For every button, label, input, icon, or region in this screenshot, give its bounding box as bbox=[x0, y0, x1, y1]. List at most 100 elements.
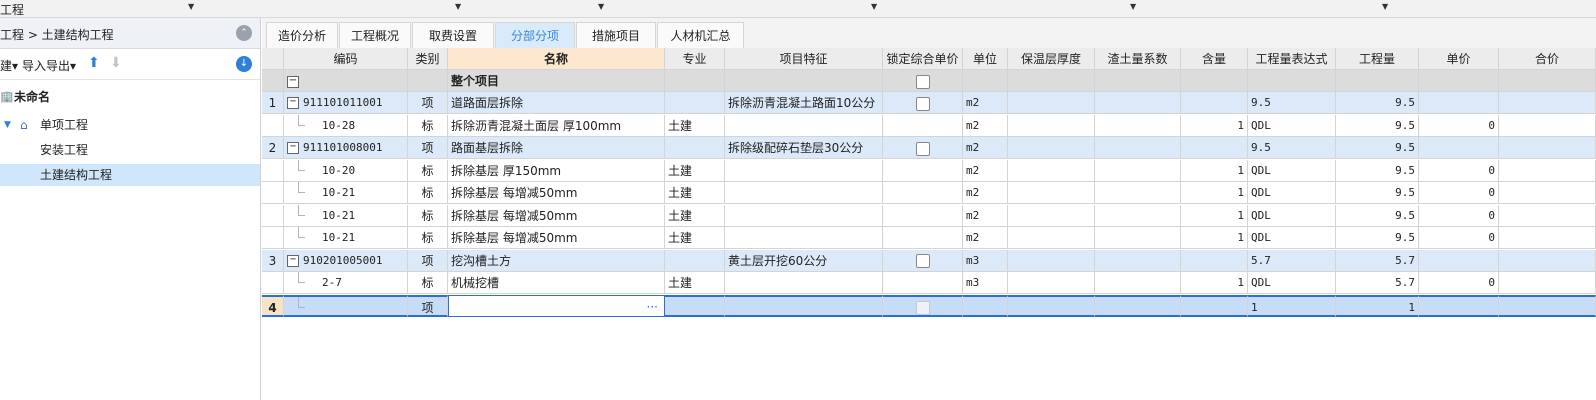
price-cell[interactable]: 0 bbox=[1419, 227, 1499, 249]
name-cell[interactable]: 拆除基层 厚150mm bbox=[448, 159, 665, 182]
unit-cell[interactable] bbox=[963, 294, 1008, 317]
unit-cell[interactable]: m2 bbox=[963, 227, 1008, 249]
price-cell[interactable]: 0 bbox=[1419, 204, 1499, 227]
expr-cell[interactable]: QDL bbox=[1248, 204, 1336, 227]
feature-cell[interactable]: 拆除级配碎石垫层30公分 bbox=[725, 137, 883, 159]
total-cell[interactable] bbox=[1499, 249, 1596, 272]
tab-measures[interactable]: 措施项目 bbox=[576, 22, 656, 49]
cat-cell[interactable]: 项 bbox=[408, 92, 448, 114]
lock-cell[interactable] bbox=[883, 92, 963, 114]
quota-row[interactable]: 2-7 标机械挖槽 土建 m3 1 QDL 5.7 0 bbox=[262, 272, 1596, 294]
name-cell[interactable]: 拆除沥青混凝土面层 厚100mm bbox=[448, 114, 665, 137]
feature-cell[interactable] bbox=[725, 182, 883, 204]
spec-cell[interactable]: 土建 bbox=[665, 272, 725, 294]
qty-cell[interactable]: 9.5 bbox=[1336, 159, 1419, 182]
new-dropdown[interactable]: 建▾ bbox=[0, 57, 18, 74]
cat-cell[interactable]: 标 bbox=[408, 227, 448, 249]
content-cell[interactable]: 1 bbox=[1181, 182, 1248, 204]
code-cell[interactable]: 10-21 bbox=[284, 204, 408, 227]
lock-cell[interactable] bbox=[883, 159, 963, 182]
dropdown-arrow-icon[interactable]: ▼ bbox=[1382, 2, 1388, 11]
dropdown-arrow-icon[interactable]: ▼ bbox=[188, 2, 194, 11]
lock-cell[interactable] bbox=[883, 182, 963, 204]
dropdown-arrow-icon[interactable]: ▼ bbox=[871, 2, 877, 11]
breadcrumb[interactable]: 工程 > 土建结构工程 bbox=[0, 26, 114, 43]
lock-checkbox[interactable] bbox=[915, 254, 930, 268]
res-cell[interactable] bbox=[1095, 182, 1181, 204]
col-header-expression[interactable]: 工程量表达式 bbox=[1248, 48, 1336, 70]
col-header-category[interactable]: 类别 bbox=[408, 48, 448, 70]
content-cell[interactable]: 1 bbox=[1181, 272, 1248, 294]
ins-cell[interactable] bbox=[1008, 204, 1095, 227]
code-cell[interactable]: −911101011001 bbox=[284, 92, 408, 114]
spec-cell[interactable] bbox=[665, 294, 725, 317]
name-cell[interactable]: 拆除基层 每增减50mm bbox=[448, 182, 665, 204]
expr-cell[interactable]: QDL bbox=[1248, 272, 1336, 294]
content-cell[interactable] bbox=[1181, 137, 1248, 159]
feature-cell[interactable] bbox=[725, 227, 883, 249]
cat-cell[interactable]: 标 bbox=[408, 204, 448, 227]
dropdown-arrow-icon[interactable]: ▼ bbox=[455, 2, 461, 11]
tree-item-single[interactable]: ▼ ⌂ 单项工程 bbox=[0, 114, 260, 136]
bill-item-row[interactable]: 1−911101011001 项道路面层拆除 拆除沥青混凝土路面10公分 m2 9.5 9… bbox=[262, 92, 1596, 114]
quota-row[interactable]: 10-21 标拆除基层 每增减50mm 土建 m2 1 QDL 9.5 0 bbox=[262, 204, 1596, 227]
col-header-specialty[interactable]: 专业 bbox=[665, 48, 725, 70]
move-up-icon[interactable]: ⬆ bbox=[88, 55, 100, 71]
expr-cell[interactable]: 9.5 bbox=[1248, 92, 1336, 114]
spec-cell[interactable]: 土建 bbox=[665, 204, 725, 227]
tab-fee-settings[interactable]: 取费设置 bbox=[412, 22, 494, 49]
feature-cell[interactable] bbox=[725, 294, 883, 317]
price-cell[interactable] bbox=[1419, 294, 1499, 317]
bill-item-row[interactable]: 3−910201005001 项挖沟槽土方 黄土层开挖60公分 m3 5.7 5.7 bbox=[262, 249, 1596, 272]
bill-item-row[interactable]: 2−911101008001 项路面基层拆除 拆除级配碎石垫层30公分 m2 9.5 9.… bbox=[262, 137, 1596, 159]
price-cell[interactable]: 0 bbox=[1419, 114, 1499, 137]
code-cell[interactable]: −911101008001 bbox=[284, 137, 408, 159]
collapse-icon[interactable]: − bbox=[287, 254, 299, 267]
quota-row[interactable]: 10-21 标拆除基层 每增减50mm 土建 m2 1 QDL 9.5 0 bbox=[262, 182, 1596, 204]
lock-cell[interactable] bbox=[883, 249, 963, 272]
download-icon[interactable]: ↓ bbox=[236, 56, 252, 72]
unit-cell[interactable]: m3 bbox=[963, 272, 1008, 294]
spec-cell[interactable] bbox=[665, 249, 725, 272]
cat-cell[interactable]: 标 bbox=[408, 114, 448, 137]
content-cell[interactable]: 1 bbox=[1181, 227, 1248, 249]
content-cell[interactable]: 1 bbox=[1181, 114, 1248, 137]
total-cell[interactable] bbox=[1499, 272, 1596, 294]
ins-cell[interactable] bbox=[1008, 227, 1095, 249]
tab-cost-analysis[interactable]: 造价分析 bbox=[266, 22, 338, 49]
qty-cell[interactable]: 9.5 bbox=[1336, 137, 1419, 159]
expr-cell[interactable]: QDL bbox=[1248, 182, 1336, 204]
cat-cell[interactable]: 标 bbox=[408, 272, 448, 294]
expr-cell[interactable]: QDL bbox=[1248, 159, 1336, 182]
import-export-dropdown[interactable]: 导入导出▾ bbox=[22, 57, 76, 74]
feature-cell[interactable] bbox=[725, 159, 883, 182]
lock-cell[interactable] bbox=[883, 137, 963, 159]
collapse-up-icon[interactable]: ⌃ bbox=[236, 25, 252, 41]
quota-row[interactable]: 10-21 标拆除基层 每增减50mm 土建 m2 1 QDL 9.5 0 bbox=[262, 227, 1596, 249]
spec-cell[interactable]: 土建 bbox=[665, 114, 725, 137]
cat-cell[interactable]: 项 bbox=[408, 137, 448, 159]
res-cell[interactable] bbox=[1095, 92, 1181, 114]
tab-overview[interactable]: 工程概况 bbox=[339, 22, 411, 49]
dropdown-arrow-icon[interactable]: ▼ bbox=[1130, 2, 1136, 11]
unit-cell[interactable]: m2 bbox=[963, 92, 1008, 114]
tree-item-civil[interactable]: 土建结构工程 bbox=[0, 164, 260, 186]
cat-cell[interactable]: 标 bbox=[408, 182, 448, 204]
qty-cell[interactable]: 9.5 bbox=[1336, 204, 1419, 227]
qty-cell[interactable]: 5.7 bbox=[1336, 272, 1419, 294]
new-row-editing[interactable]: 4 项 ··· 1 1 bbox=[262, 294, 1596, 317]
collapse-icon[interactable]: − bbox=[287, 142, 299, 154]
qty-cell[interactable]: 1 bbox=[1336, 294, 1419, 317]
expr-cell[interactable]: QDL bbox=[1248, 227, 1336, 249]
lock-checkbox[interactable] bbox=[915, 301, 930, 315]
lock-cell[interactable] bbox=[883, 114, 963, 137]
name-cell[interactable]: 机械挖槽 bbox=[448, 272, 665, 294]
col-header-feature[interactable]: 项目特征 bbox=[725, 48, 883, 70]
tab-sections[interactable]: 分部分项 bbox=[495, 22, 575, 49]
move-down-icon[interactable]: ⬇ bbox=[110, 55, 122, 71]
price-cell[interactable] bbox=[1419, 249, 1499, 272]
spec-cell[interactable] bbox=[665, 92, 725, 114]
spec-cell[interactable] bbox=[665, 137, 725, 159]
qty-cell[interactable]: 9.5 bbox=[1336, 92, 1419, 114]
dropdown-arrow-icon[interactable]: ▼ bbox=[598, 2, 604, 11]
